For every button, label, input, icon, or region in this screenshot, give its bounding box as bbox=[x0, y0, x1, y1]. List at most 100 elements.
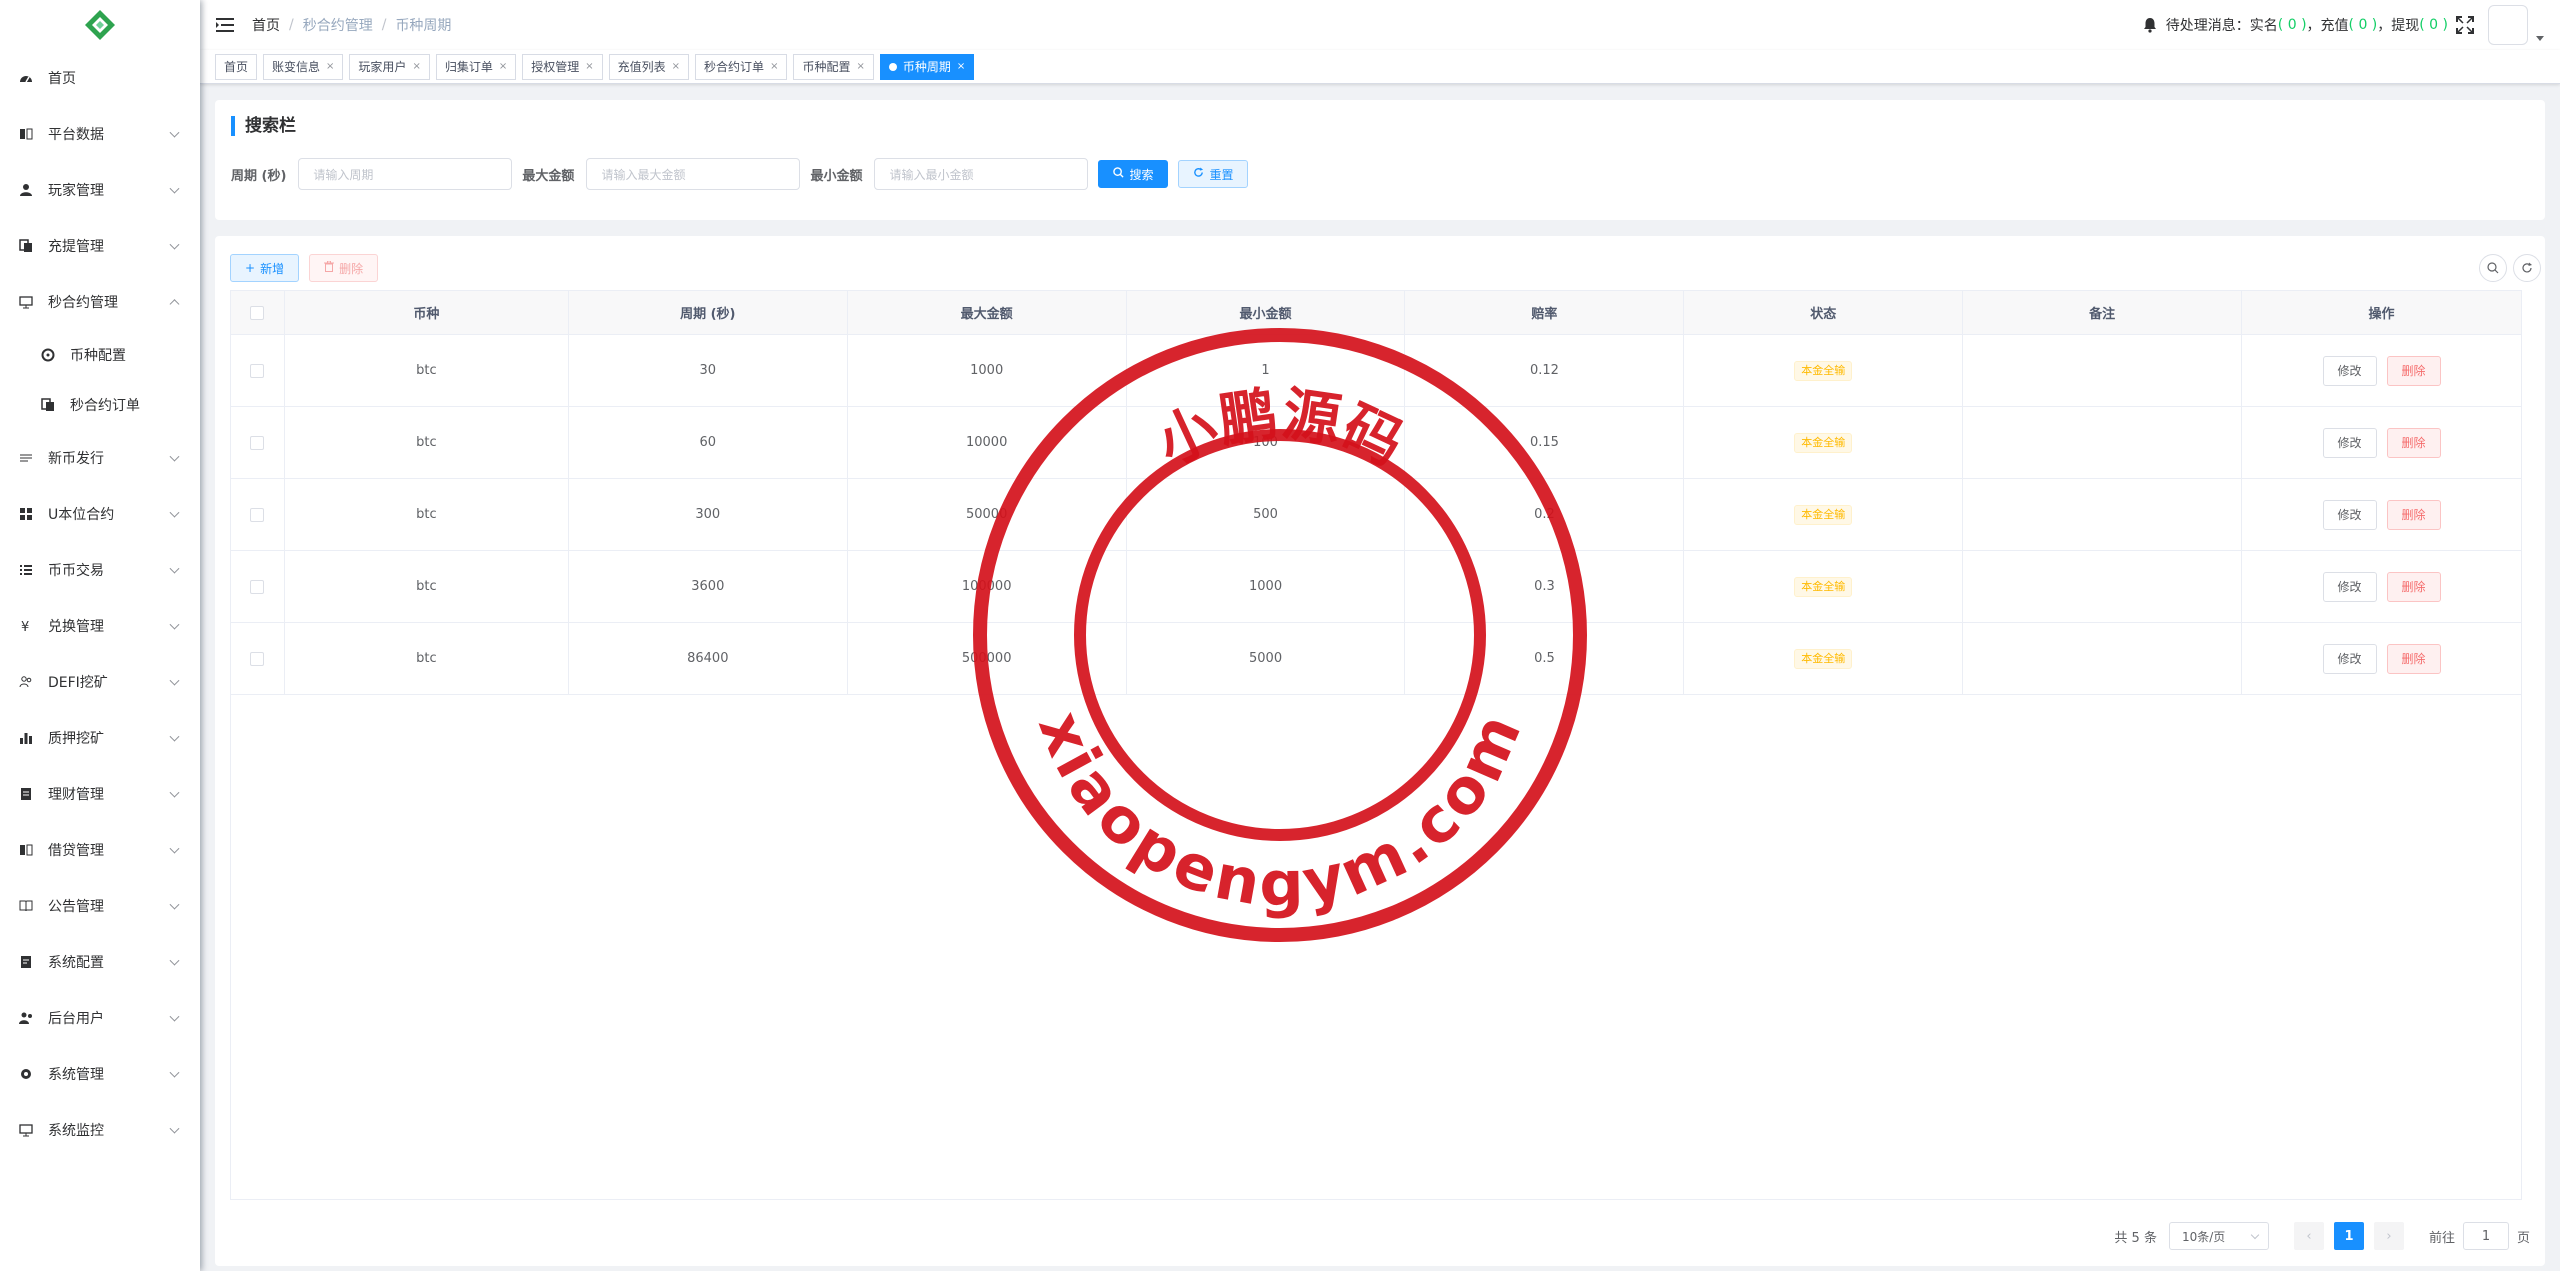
tab-tag[interactable]: 玩家用户 × bbox=[349, 53, 430, 80]
breadcrumb-home[interactable]: 首页 bbox=[252, 15, 280, 35]
search-button[interactable]: 搜索 bbox=[1098, 160, 1169, 188]
next-page-button[interactable]: › bbox=[2373, 1222, 2404, 1250]
page-number-current[interactable]: 1 bbox=[2333, 1222, 2364, 1250]
submenu-item[interactable]: 币种配置 bbox=[0, 330, 200, 380]
table-row[interactable]: btc 3600 100000 1000 0.3 本金全输 修改 删除 bbox=[231, 551, 2521, 623]
tab-tag[interactable]: 归集订单 × bbox=[435, 53, 517, 80]
sidebar-item[interactable]: 系统管理 bbox=[0, 1046, 200, 1102]
sidebar-item-label: 秒合约管理 bbox=[48, 295, 118, 311]
sidebar-item[interactable]: 秒合约管理 bbox=[0, 274, 200, 330]
sidebar-item[interactable]: 系统监控 bbox=[0, 1102, 200, 1158]
min-amount-label: 最小金额 bbox=[810, 168, 863, 184]
page-size-select[interactable]: 10条/页 bbox=[2168, 1222, 2269, 1250]
hamburger-icon[interactable] bbox=[216, 15, 236, 35]
page-jumper: 前往 页 bbox=[2429, 1222, 2530, 1250]
row-checkbox[interactable] bbox=[250, 435, 265, 450]
cell-min: 100 bbox=[1127, 407, 1406, 478]
fullscreen-icon[interactable] bbox=[2456, 16, 2474, 34]
refresh-table-button[interactable] bbox=[2513, 254, 2541, 282]
tab-tag[interactable]: 秒合约订单 × bbox=[695, 53, 788, 80]
sidebar-item[interactable]: DEFI挖矿 bbox=[0, 654, 200, 710]
close-icon[interactable]: × bbox=[412, 55, 420, 79]
close-icon[interactable]: × bbox=[585, 55, 593, 79]
search-title: 搜索栏 bbox=[231, 116, 296, 136]
delete-button[interactable]: 删除 bbox=[2386, 355, 2441, 386]
tab-tag[interactable]: 授权管理 × bbox=[522, 53, 603, 80]
breadcrumb-second-contract[interactable]: 秒合约管理 bbox=[303, 15, 373, 35]
sidebar-item[interactable]: 玩家管理 bbox=[0, 162, 200, 218]
sidebar-item[interactable]: 充提管理 bbox=[0, 218, 200, 274]
cell-actions: 修改 删除 bbox=[2242, 623, 2521, 694]
edit-button[interactable]: 修改 bbox=[2322, 499, 2377, 530]
select-all-checkbox[interactable] bbox=[250, 305, 265, 320]
table-row[interactable]: btc 30 1000 1 0.12 本金全输 修改 删除 bbox=[231, 335, 2521, 407]
period-input[interactable]: 请输入周期 bbox=[298, 158, 513, 190]
sidebar-item[interactable]: U本位合约 bbox=[0, 486, 200, 542]
reset-button[interactable]: 重置 bbox=[1178, 160, 1249, 188]
tab-tag[interactable]: 币种配置 × bbox=[793, 53, 874, 80]
sidebar-item[interactable]: 公告管理 bbox=[0, 878, 200, 934]
delete-button[interactable]: 删除 bbox=[2386, 571, 2441, 602]
table-row[interactable]: btc 60 10000 100 0.15 本金全输 修改 删除 bbox=[231, 407, 2521, 479]
edit-button[interactable]: 修改 bbox=[2322, 643, 2377, 674]
min-amount-input[interactable]: 请输入最小金额 bbox=[874, 158, 1089, 190]
tab-tag[interactable]: 账变信息 × bbox=[263, 53, 344, 80]
cell-rate: 0.3 bbox=[1405, 551, 1685, 622]
sidebar-item[interactable]: 质押挖矿 bbox=[0, 710, 200, 766]
table-row[interactable]: btc 86400 500000 5000 0.5 本金全输 修改 删除 bbox=[231, 623, 2521, 695]
avatar[interactable] bbox=[2488, 5, 2528, 45]
sidebar-item[interactable]: 首页 bbox=[0, 50, 200, 106]
bell-icon[interactable] bbox=[2142, 17, 2158, 33]
submenu-item[interactable]: 秒合约订单 bbox=[0, 380, 200, 430]
delete-button[interactable]: 删除 bbox=[2386, 427, 2441, 458]
prev-page-button[interactable]: ‹ bbox=[2293, 1222, 2324, 1250]
close-icon[interactable]: × bbox=[499, 55, 507, 79]
sidebar-item-label: 质押挖矿 bbox=[48, 731, 104, 747]
search-button-label: 搜索 bbox=[1129, 167, 1154, 182]
breadcrumb: 首页 / 秒合约管理 / 币种周期 bbox=[252, 15, 451, 35]
goto-page-input[interactable] bbox=[2462, 1222, 2509, 1250]
row-checkbox[interactable] bbox=[250, 363, 265, 378]
logo[interactable] bbox=[0, 0, 200, 50]
issue-icon bbox=[18, 450, 34, 466]
row-checkbox[interactable] bbox=[250, 651, 265, 666]
toggle-search-button[interactable] bbox=[2479, 254, 2507, 282]
sidebar-item-label: 兑换管理 bbox=[48, 619, 104, 635]
caret-down-icon[interactable] bbox=[2536, 35, 2544, 41]
sidebar-item[interactable]: 币币交易 bbox=[0, 542, 200, 598]
sidebar-item[interactable]: 理财管理 bbox=[0, 766, 200, 822]
sidebar-item[interactable]: 平台数据 bbox=[0, 106, 200, 162]
delete-button[interactable]: 删除 bbox=[2386, 643, 2441, 674]
close-icon[interactable]: × bbox=[672, 55, 680, 79]
pending-recharge-count[interactable]: ( 0 ) bbox=[2349, 17, 2378, 33]
tab-tag[interactable]: 币种周期 × bbox=[879, 53, 975, 80]
edit-button[interactable]: 修改 bbox=[2322, 355, 2377, 386]
chart-icon bbox=[18, 730, 34, 746]
row-checkbox[interactable] bbox=[250, 507, 265, 522]
tab-tag[interactable]: 充值列表 × bbox=[608, 53, 690, 80]
sidebar-item[interactable]: 借贷管理 bbox=[0, 822, 200, 878]
edit-button[interactable]: 修改 bbox=[2322, 571, 2377, 602]
pending-realname-count[interactable]: ( 0 ) bbox=[2278, 17, 2307, 33]
edit-button[interactable]: 修改 bbox=[2322, 427, 2377, 458]
add-button[interactable]: + 新增 bbox=[230, 254, 300, 282]
page-suffix: 页 bbox=[2516, 1230, 2530, 1246]
sidebar-item-label: 充提管理 bbox=[48, 239, 104, 255]
sidebar-item[interactable]: 新币发行 bbox=[0, 430, 200, 486]
sidebar-item[interactable]: ¥ 兑换管理 bbox=[0, 598, 200, 654]
bulk-delete-button[interactable]: 删除 bbox=[309, 254, 379, 282]
pagination-total: 共 5 条 bbox=[2114, 1230, 2157, 1246]
sidebar-item[interactable]: 后台用户 bbox=[0, 990, 200, 1046]
tab-tag[interactable]: 首页 bbox=[215, 53, 258, 80]
pending-withdraw-count[interactable]: ( 0 ) bbox=[2419, 17, 2448, 33]
close-icon[interactable]: × bbox=[770, 55, 778, 79]
cell-actions: 修改 删除 bbox=[2242, 479, 2521, 550]
close-icon[interactable]: × bbox=[957, 55, 965, 79]
max-amount-input[interactable]: 请输入最大金额 bbox=[586, 158, 801, 190]
table-row[interactable]: btc 300 50000 500 0.2 本金全输 修改 删除 bbox=[231, 479, 2521, 551]
row-checkbox[interactable] bbox=[250, 579, 265, 594]
close-icon[interactable]: × bbox=[326, 55, 334, 79]
sidebar-item[interactable]: 系统配置 bbox=[0, 934, 200, 990]
close-icon[interactable]: × bbox=[856, 55, 864, 79]
delete-button[interactable]: 删除 bbox=[2386, 499, 2441, 530]
